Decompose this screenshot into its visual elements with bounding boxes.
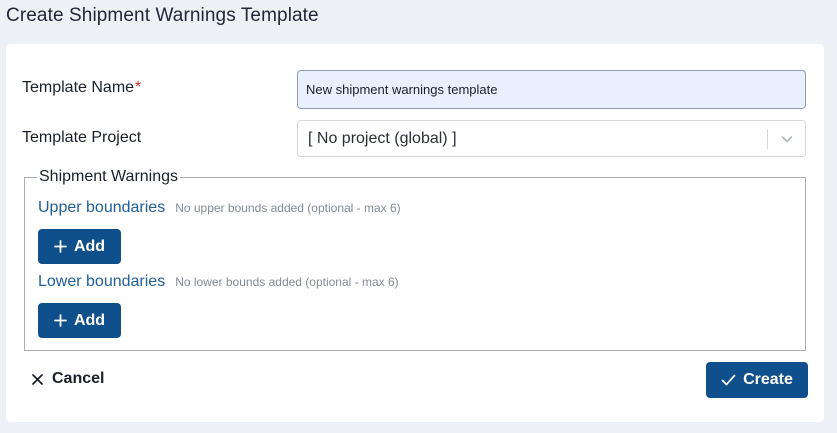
template-project-label: Template Project bbox=[22, 129, 142, 146]
add-lower-boundary-button[interactable]: Add bbox=[38, 303, 121, 338]
template-project-value: [ No project (global) ] bbox=[308, 129, 457, 147]
chevron-down-icon[interactable] bbox=[768, 121, 805, 156]
shipment-warnings-legend: Shipment Warnings bbox=[39, 168, 179, 185]
shipment-warnings-group: Shipment Warnings Upper boundaries No up… bbox=[24, 168, 806, 351]
create-button[interactable]: Create bbox=[706, 362, 808, 398]
check-icon bbox=[721, 374, 736, 386]
upper-boundaries-header: Upper boundaries No upper bounds added (… bbox=[38, 199, 401, 217]
lower-boundaries-note: No lower bounds added (optional - max 6) bbox=[175, 275, 399, 289]
lower-boundaries-header: Lower boundaries No lower bounds added (… bbox=[38, 273, 399, 291]
upper-boundaries-title: Upper boundaries bbox=[38, 199, 166, 216]
plus-icon bbox=[54, 240, 67, 253]
page-title: Create Shipment Warnings Template bbox=[6, 5, 319, 26]
template-name-input[interactable] bbox=[297, 70, 806, 109]
lower-boundaries-title: Lower boundaries bbox=[38, 273, 166, 290]
cancel-label: Cancel bbox=[52, 370, 105, 387]
add-upper-boundary-button[interactable]: Add bbox=[38, 229, 121, 264]
create-label: Create bbox=[743, 371, 793, 388]
template-project-row: Template Project bbox=[22, 129, 141, 147]
add-lower-label: Add bbox=[73, 311, 106, 329]
template-form-card: Template Name * Template Project [ No pr… bbox=[6, 44, 824, 422]
template-project-select[interactable]: [ No project (global) ] bbox=[297, 120, 806, 157]
required-marker: * bbox=[135, 79, 142, 96]
plus-icon bbox=[54, 314, 67, 327]
add-upper-label: Add bbox=[73, 237, 106, 255]
cancel-button[interactable]: Cancel bbox=[32, 363, 104, 395]
template-name-label: Template Name bbox=[22, 79, 135, 96]
template-name-row: Template Name * bbox=[22, 79, 141, 97]
upper-boundaries-note: No upper bounds added (optional - max 6) bbox=[175, 201, 401, 215]
close-icon bbox=[32, 373, 43, 385]
